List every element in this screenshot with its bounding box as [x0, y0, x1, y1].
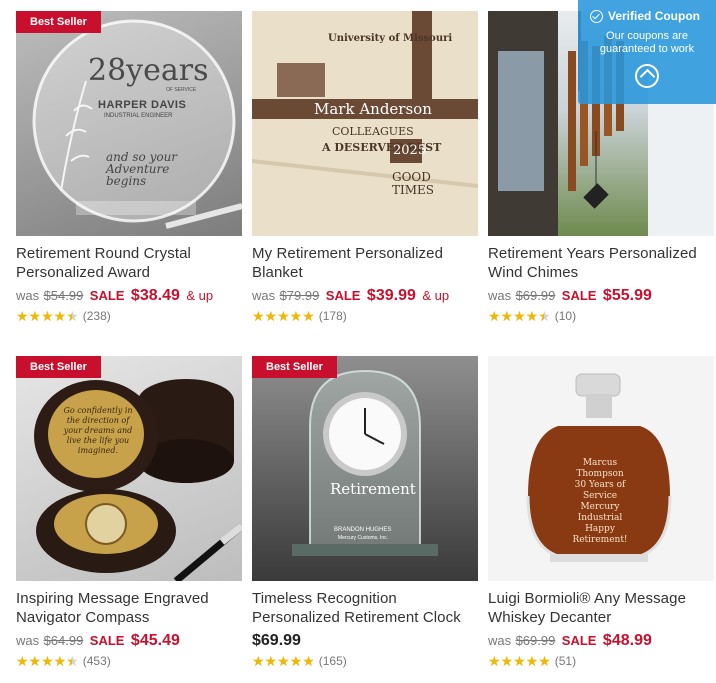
best-seller-badge: Best Seller — [16, 11, 101, 33]
star-rating: ★★★★★★★★★★ — [252, 308, 315, 324]
product-image-crystal-award[interactable]: Best Seller 28years OF SERVICE HARPER DA… — [16, 11, 242, 236]
product-card[interactable]: Marcus Thompson 30 Years of Service Merc… — [488, 356, 714, 670]
review-count: (10) — [554, 309, 577, 323]
coupon-heading: Verified Coupon — [608, 9, 701, 23]
award-script-text: and so your Adventure begins — [106, 150, 178, 188]
product-image-clock[interactable]: Best Seller Retirement BRANDON HUGHES Me… — [252, 356, 478, 581]
review-count: (453) — [82, 654, 111, 668]
product-card[interactable]: Mark Anderson University of Missouri COL… — [252, 11, 478, 325]
was-label: was — [16, 633, 40, 648]
was-price: $54.99 — [43, 288, 84, 303]
rating[interactable]: ★★★★★ ★★★★★ (178) — [252, 307, 478, 325]
review-count: (165) — [318, 654, 347, 668]
product-image-blanket[interactable]: Mark Anderson University of Missouri COL… — [252, 11, 478, 236]
was-price: $69.99 — [515, 633, 556, 648]
best-seller-badge: Best Seller — [16, 356, 101, 378]
price-line: $69.99 — [252, 631, 478, 651]
price-line: was $54.99 SALE $38.49 & up — [16, 286, 242, 306]
sale-label: SALE — [89, 288, 125, 303]
product-image-compass[interactable]: Best Seller Go confidently in the direct… — [16, 356, 242, 581]
product-title[interactable]: Luigi Bormioli® Any Message Whiskey Deca… — [488, 589, 714, 627]
engraving-line: 30 Years of Service — [574, 480, 626, 501]
star-rating: ★★★★★★★★★★ — [16, 653, 79, 669]
was-price: $69.99 — [515, 288, 556, 303]
engraving-line: Marcus Thompson — [576, 458, 624, 479]
star-rating: ★★★★★★★★★★ — [488, 653, 551, 669]
engraving-line: Mercury Industrial — [577, 502, 623, 523]
rating[interactable]: ★★★★★★★★★★ (453) — [16, 652, 242, 670]
and-up-label: & up — [186, 288, 214, 303]
review-count: (178) — [318, 309, 347, 323]
engraving-line: Happy Retirement! — [572, 524, 628, 545]
product-card[interactable]: Best Seller Go confidently in the direct… — [16, 356, 242, 670]
product-title[interactable]: Retirement Round Crystal Personalized Aw… — [16, 244, 242, 282]
sale-price: $38.49 — [130, 287, 180, 304]
product-title[interactable]: Retirement Years Personalized Wind Chime… — [488, 244, 714, 282]
blanket-illustration — [252, 11, 478, 236]
clock-illustration — [292, 369, 438, 556]
award-name-text: HARPER DAVIS — [98, 99, 187, 111]
was-label: was — [252, 288, 276, 303]
price-line: was $79.99 SALE $39.99 & up — [252, 286, 478, 306]
price-line: was $69.99 SALE $55.99 — [488, 286, 714, 306]
was-price: $79.99 — [279, 288, 320, 303]
tag-icon[interactable] — [635, 64, 659, 88]
best-seller-badge: Best Seller — [252, 356, 337, 378]
sale-price: $45.49 — [130, 632, 180, 649]
blanket-year-text: 2025 — [393, 143, 427, 158]
award-role-text: INDUSTRIAL ENGINEER — [104, 113, 173, 119]
coupon-header: Verified Coupon — [578, 0, 716, 23]
was-price: $64.99 — [43, 633, 84, 648]
product-title[interactable]: Inspiring Message Engraved Navigator Com… — [16, 589, 242, 627]
price-line: was $69.99 SALE $48.99 — [488, 631, 714, 651]
and-up-label: & up — [422, 288, 450, 303]
price: $69.99 — [252, 632, 301, 649]
product-title[interactable]: My Retirement Personalized Blanket — [252, 244, 478, 282]
star-rating: ★★★★★★★★★★ — [16, 308, 79, 324]
was-label: was — [16, 288, 40, 303]
verified-coupon-panel[interactable]: Verified Coupon Our coupons are guarante… — [578, 0, 716, 104]
review-count: (238) — [82, 309, 111, 323]
blanket-line2-text: COLLEAGUES — [332, 125, 414, 138]
star-rating: ★★★★★★★★★★ — [252, 653, 315, 669]
sale-label: SALE — [325, 288, 361, 303]
award-years-text: 28years — [88, 53, 209, 88]
rating[interactable]: ★★★★★ ★★★★★ (51) — [488, 652, 714, 670]
price-line: was $64.99 SALE $45.49 — [16, 631, 242, 651]
rating[interactable]: ★★★★★ ★★★★★ (165) — [252, 652, 478, 670]
sale-price: $55.99 — [602, 287, 652, 304]
blanket-name-text: Mark Anderson — [314, 100, 432, 118]
decanter-engraving: Marcus Thompson 30 Years of Service Merc… — [560, 458, 640, 546]
product-title[interactable]: Timeless Recognition Personalized Retire… — [252, 589, 478, 627]
award-service-text: OF SERVICE — [166, 87, 197, 93]
rating[interactable]: ★★★★★★★★★★ (238) — [16, 307, 242, 325]
crystal-award-illustration — [32, 19, 242, 229]
compass-message-text: Go confidently in the direction of your … — [63, 406, 133, 455]
check-circle-icon — [590, 9, 603, 23]
blanket-line1-text: University of Missouri — [328, 33, 453, 44]
clock-heading-text: Retirement — [330, 480, 416, 498]
product-card[interactable]: Best Seller Retirement BRANDON HUGHES Me… — [252, 356, 478, 670]
sale-label: SALE — [89, 633, 125, 648]
clock-name-text: BRANDON HUGHES — [334, 527, 392, 533]
product-card[interactable]: Best Seller 28years OF SERVICE HARPER DA… — [16, 11, 242, 325]
review-count: (51) — [554, 654, 577, 668]
blanket-line4-text: GOOD TIMES — [392, 170, 435, 197]
sale-price: $48.99 — [602, 632, 652, 649]
sale-label: SALE — [561, 288, 597, 303]
sale-label: SALE — [561, 633, 597, 648]
compass-illustration — [34, 379, 242, 581]
star-rating: ★★★★★★★★★★ — [488, 308, 551, 324]
clock-company-text: Mercury Customs, Inc. — [338, 535, 389, 541]
rating[interactable]: ★★★★★★★★★★ (10) — [488, 307, 714, 325]
sale-price: $39.99 — [366, 287, 416, 304]
coupon-message: Our coupons are guaranteed to work — [599, 30, 695, 55]
product-image-decanter[interactable]: Marcus Thompson 30 Years of Service Merc… — [488, 356, 714, 581]
was-label: was — [488, 288, 512, 303]
was-label: was — [488, 633, 512, 648]
